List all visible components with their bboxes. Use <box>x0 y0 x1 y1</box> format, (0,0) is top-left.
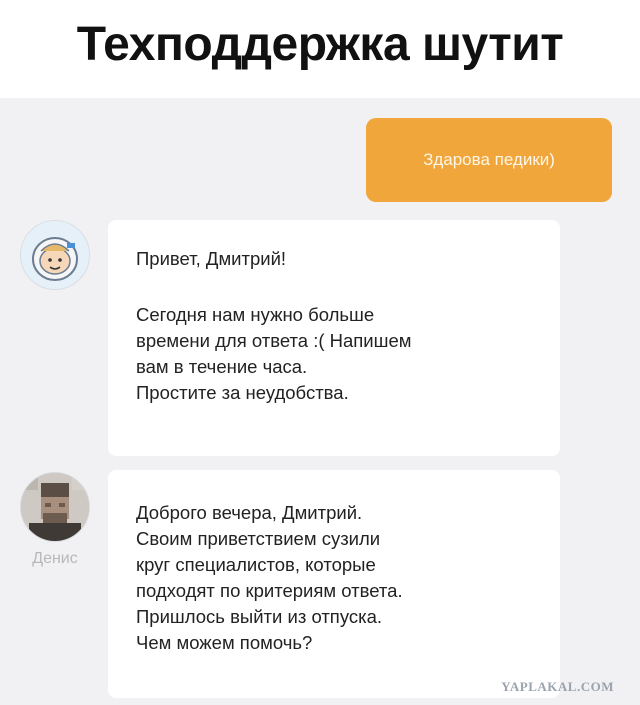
incoming-message-bubble-2: Доброго вечера, Дмитрий. Своим приветств… <box>108 470 560 698</box>
message-line: Простите за неудобства. <box>136 382 349 403</box>
person-avatar-icon <box>21 473 89 541</box>
message-line: Сегодня нам нужно больше <box>136 304 375 325</box>
message-line: вам в течение часа. <box>136 356 308 377</box>
agent-name: Денис <box>32 550 78 567</box>
message-line: времени для ответа :( Напишем <box>136 330 412 351</box>
chat-area: Здарова педики) Привет, Дмитрий! Сегодня… <box>0 98 640 705</box>
message-greeting: Привет, Дмитрий! <box>136 248 287 269</box>
site-watermark: YAPLAKAL.COM <box>501 679 614 694</box>
message-line: подходят по критериям ответа. <box>136 580 403 601</box>
message-line: Доброго вечера, Дмитрий. <box>136 502 363 523</box>
agent-avatar <box>20 472 90 542</box>
outgoing-message-bubble: Здарова педики) <box>366 118 612 202</box>
message-line: Пришлось выйти из отпуска. <box>136 606 383 627</box>
outgoing-message-text: Здарова педики) <box>423 150 555 169</box>
bot-avatar <box>20 220 90 290</box>
meme-headline: Техподдержка шутит <box>76 17 564 71</box>
message-line: Своим приветствием сузили <box>136 528 381 549</box>
astronaut-avatar-icon <box>21 221 89 289</box>
message-line: круг специалистов, которые <box>136 554 376 575</box>
message-line: Чем можем помочь? <box>136 632 313 653</box>
incoming-message-bubble-1: Привет, Дмитрий! Сегодня нам нужно больш… <box>108 220 560 456</box>
